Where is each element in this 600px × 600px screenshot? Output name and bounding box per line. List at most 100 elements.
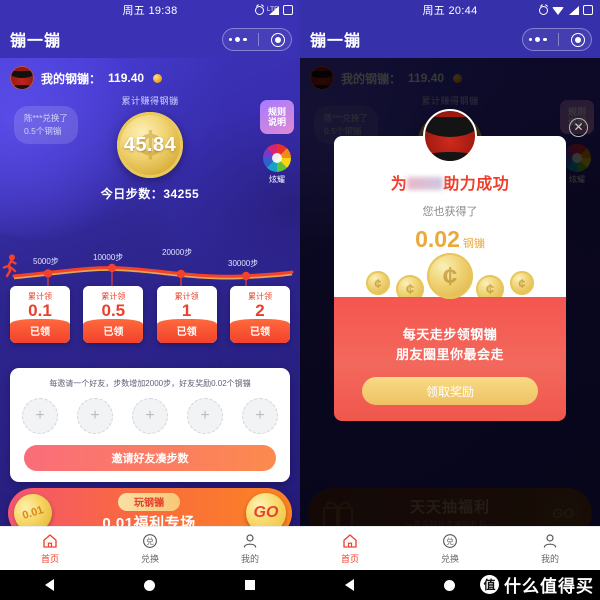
total-earned-value: 45.84 [123,133,177,156]
exchange-icon: 兑 [443,534,457,548]
tab-mine[interactable]: 我的 [500,527,600,570]
milestone-card[interactable]: 累计领 1 已领 [156,286,217,343]
milestone-card[interactable]: 累计领 0.1 已领 [10,286,70,343]
tab-home[interactable]: 首页 [300,527,400,570]
today-steps-label: 今日步数： [100,187,164,201]
tab-exchange[interactable]: 兑 兑换 [100,527,200,570]
rules-button[interactable]: 规则 说明 [260,100,294,134]
mini-program-capsule[interactable] [222,28,292,51]
show-off-button[interactable]: 炫耀 [263,144,291,185]
nav-back-icon[interactable] [45,579,54,591]
right-phone-screen: 周五 20:44 镚一镚 我的钢镚： 119.40 [300,0,600,600]
mini-program-capsule[interactable] [522,28,592,51]
svg-text:兑: 兑 [446,536,454,546]
milestone-threshold-3: 20000步 [162,248,193,257]
lte-signal-icon: LTE [267,5,279,15]
today-steps-value: 34255 [163,187,200,201]
milestone-track: 5000步 10000步 20000步 30000步 [0,248,300,290]
home-icon [343,534,357,548]
invite-panel: 每邀请一个好友，步数增加2000步，好友奖励0.02个钢镚 + + + + + … [10,368,290,482]
modal-title: 为 助力成功 [344,170,556,194]
promo-coin-icon: 0.01 [9,489,57,526]
nav-back-icon[interactable] [345,579,354,591]
avatar [10,66,34,90]
tab-exchange[interactable]: 兑 兑换 [400,527,500,570]
battery-icon [283,5,293,15]
more-dots-icon[interactable] [228,37,247,42]
invite-slot[interactable]: + [187,398,223,434]
app-header: 镚一镚 [300,20,600,58]
status-bar: 周五 19:38 LTE [0,0,300,20]
modal-amount-unit: 钢镚 [462,238,485,250]
promo-pill-label: 玩钢镚 [118,492,180,511]
coins-decoration: ¢ ¢ ¢ ¢ ¢ [344,253,556,303]
tab-home[interactable]: 首页 [0,527,100,570]
rules-label-line2: 说明 [267,117,286,127]
watermark-text: 什么值得买 [504,577,594,596]
nav-home-icon[interactable] [144,579,155,591]
tab-mine-label: 我的 [240,554,259,564]
runner-icon [2,254,17,278]
total-earned-coin[interactable]: 45.84 [117,112,183,178]
side-rail: 规则 说明 炫耀 [260,100,294,185]
status-bar: 周五 20:44 [300,0,600,20]
redacted-username [407,177,444,190]
wallet-row[interactable]: 我的钢镚： 119.40 [10,66,163,90]
invite-slot[interactable]: + [77,398,113,434]
invite-slot[interactable]: + [132,398,168,434]
today-steps: 今日步数：34255 [0,185,300,202]
tab-home-label: 首页 [340,554,359,564]
milestone-card[interactable]: 累计领 2 已领 [229,286,290,343]
show-off-label: 炫耀 [269,175,285,184]
modal-amount-row: 0.02 钢镚 [344,226,556,253]
milestone-card-state: 已领 [83,318,144,343]
exchange-icon: 兑 [143,534,157,548]
invite-friends-button[interactable]: 邀请好友凑步数 [24,445,276,471]
tab-exchange-label: 兑换 [140,554,159,564]
tab-mine[interactable]: 我的 [200,527,300,570]
more-dots-icon[interactable] [528,37,547,42]
claim-reward-button[interactable]: 领取奖励 [362,377,538,405]
milestone-card-state: 已领 [10,318,70,343]
promo-banner[interactable]: 0.01 玩钢镚 0.01福利专场 GO [8,488,292,526]
coin-icon [153,73,163,83]
bottom-tab-bar: 首页 兑 兑换 我的 [0,526,300,570]
invite-slot[interactable]: + [242,398,278,434]
invite-slot[interactable]: + [22,398,58,434]
milestone-threshold-1: 5000步 [33,257,59,266]
milestone-card-top: 累计领 1 [156,286,217,325]
person-icon [243,534,257,548]
toast-line-2: 0.5个钢镚 [24,125,62,136]
home-icon [43,534,57,548]
target-icon[interactable] [271,32,286,47]
coin-icon: ¢ [366,271,390,295]
invite-tip: 每邀请一个好友，步数增加2000步，好友奖励0.02个钢镚 [49,379,251,388]
svg-text:兑: 兑 [146,536,154,546]
milestone-card-top: 累计领 0.1 [10,286,70,325]
milestone-card-amount: 2 [255,301,265,320]
tab-home-label: 首页 [40,554,59,564]
rules-label-line1: 规则 [267,106,286,117]
milestone-card[interactable]: 累计领 0.5 已领 [83,286,144,343]
dual-screenshot-stage: 周五 19:38 LTE 镚一镚 我的钢镚： 119.40 陈***兑换了 0.… [0,0,600,600]
status-time: 周五 20:44 [422,5,478,17]
nav-home-icon[interactable] [444,579,455,591]
android-nav-bar [0,570,300,600]
wallet-label: 我的钢镚： [41,71,102,86]
invite-slots: + + + + + [22,398,278,434]
tab-mine-label: 我的 [540,554,559,564]
toast-line-1: 陈***兑换了 [24,113,68,123]
milestone-card-state: 已领 [229,318,290,343]
modal-title-prefix: 为 [390,176,408,193]
milestone-card-top: 累计领 0.5 [83,286,144,325]
close-icon[interactable]: ✕ [569,118,588,137]
promo-go-button[interactable]: GO [246,493,286,526]
nav-recent-icon[interactable] [245,580,255,590]
android-nav-bar: 值 什么值得买 [300,570,600,600]
modal-red-line-2: 朋友圈里你最会走 [395,346,504,362]
modal-red-line-1: 每天走步领钢镚 [402,327,498,342]
modal-subtitle: 您也获得了 [422,206,478,218]
target-icon[interactable] [571,32,586,47]
left-phone-screen: 周五 19:38 LTE 镚一镚 我的钢镚： 119.40 陈***兑换了 0.… [0,0,300,600]
promo-text: 玩钢镚 0.01福利专场 [52,492,246,526]
